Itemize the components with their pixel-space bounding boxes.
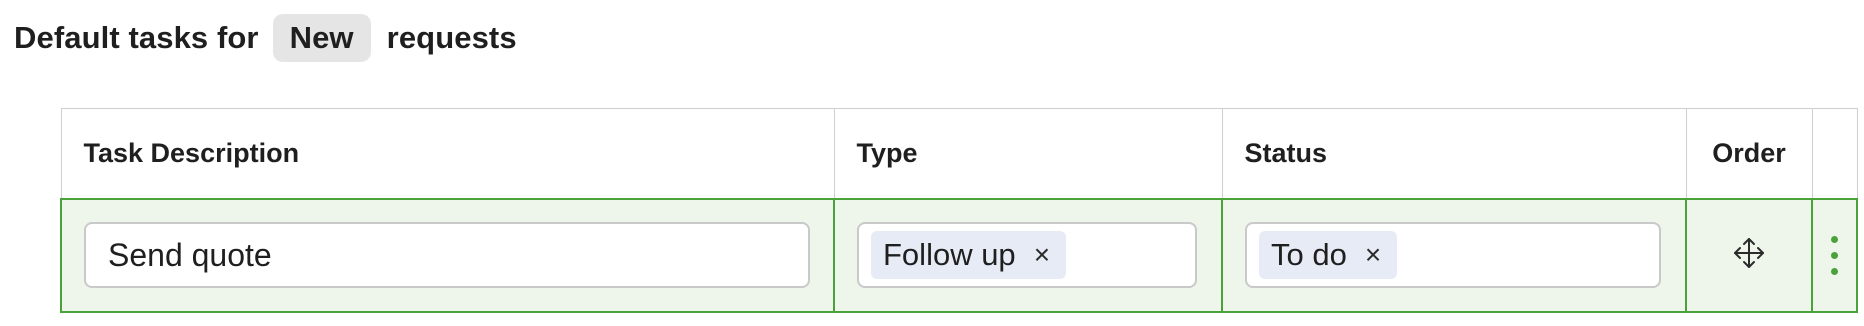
column-header-type: Type (833, 108, 1223, 199)
remove-type-icon[interactable]: × (1034, 241, 1050, 269)
section-heading: Default tasks for New requests (14, 14, 517, 62)
table-header-row: Task Description Type Status Order (60, 108, 1858, 199)
status-cell: To do × (1221, 197, 1687, 313)
move-icon[interactable] (1732, 236, 1766, 275)
column-header-status: Status (1221, 108, 1687, 199)
default-tasks-table: Task Description Type Status Order Follo… (60, 108, 1858, 313)
remove-status-icon[interactable]: × (1365, 241, 1381, 269)
request-state-pill[interactable]: New (272, 14, 371, 62)
order-cell (1685, 197, 1813, 313)
status-chip: To do × (1259, 231, 1398, 279)
row-actions-cell (1811, 197, 1858, 313)
status-chip-label: To do (1271, 237, 1347, 272)
kebab-menu-icon[interactable] (1813, 235, 1856, 275)
heading-suffix: requests (386, 20, 517, 55)
type-cell: Follow up × (833, 197, 1223, 313)
column-header-actions (1811, 108, 1858, 199)
status-select[interactable]: To do × (1245, 222, 1661, 288)
table-row[interactable]: Follow up × To do × (60, 197, 1858, 313)
heading-prefix: Default tasks for (14, 20, 259, 55)
task-description-cell (60, 197, 835, 313)
type-chip: Follow up × (871, 231, 1067, 279)
column-header-task-description: Task Description (60, 108, 835, 199)
type-select[interactable]: Follow up × (857, 222, 1197, 288)
task-description-input[interactable] (84, 222, 810, 288)
column-header-order: Order (1685, 108, 1813, 199)
type-chip-label: Follow up (883, 237, 1016, 272)
